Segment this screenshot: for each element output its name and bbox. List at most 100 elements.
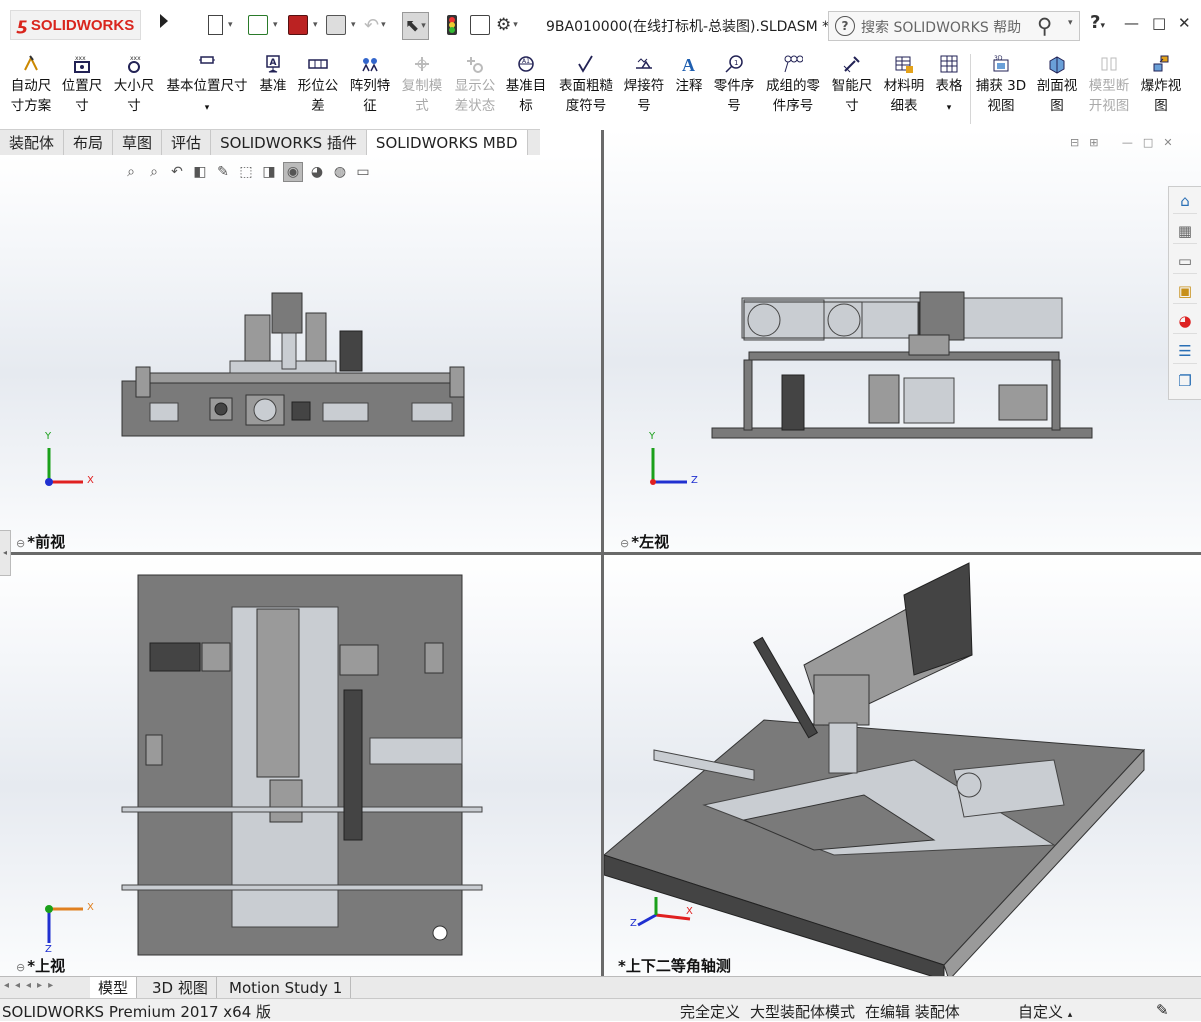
units-dropdown[interactable]: 自定义 ▴ [1018, 1001, 1072, 1022]
open-folder-icon [248, 15, 268, 35]
copy-scheme-icon [415, 57, 429, 71]
custom-properties-icon[interactable]: ☰ [1173, 339, 1197, 364]
location-dimension-button[interactable]: xxx 位置尺寸 [58, 54, 106, 116]
dynamic-annotation-icon[interactable]: ✎ [214, 163, 232, 181]
datum-button[interactable]: A 基准 [256, 54, 290, 96]
ribbon-label: 度符号 [565, 98, 607, 114]
table-button[interactable]: 表格 ▾ [932, 54, 966, 118]
new-document-button[interactable]: ▾ [208, 12, 233, 38]
ribbon-label: 基准 [259, 78, 287, 94]
tab-model[interactable]: 模型 [90, 977, 138, 999]
ribbon-label: 图 [1154, 98, 1168, 114]
edit-appearance-icon[interactable]: ◕ [308, 163, 326, 181]
save-button[interactable]: ▾ [288, 12, 318, 38]
viewport-isometric[interactable]: X Z *上下二等角轴测 [604, 555, 1201, 976]
display-style-icon[interactable]: ◨ [260, 163, 278, 181]
apply-scene-icon[interactable]: ◍ [331, 163, 349, 181]
tab-motion-study[interactable]: Motion Study 1 [221, 977, 352, 999]
pattern-feature-button[interactable]: 阵列特征 [346, 54, 394, 116]
exploded-view-button[interactable]: 爆炸视图 [1136, 54, 1186, 116]
horizontal-splitter[interactable] [0, 552, 1201, 555]
tab-sketch[interactable]: 草图 [113, 130, 163, 156]
print-button[interactable]: ▾ [326, 12, 356, 38]
zoom-to-fit-icon[interactable]: ⌕ [122, 163, 140, 181]
file-explorer-icon[interactable]: ▭ [1173, 249, 1197, 274]
basic-location-dimension-button[interactable]: 基本位置尺寸 ▾ [162, 54, 252, 118]
save-icon [288, 15, 308, 35]
previous-view-icon[interactable]: ↶ [168, 163, 186, 181]
tab-assembly[interactable]: 装配体 [0, 130, 65, 156]
select-button[interactable]: ⬉ ▾ [402, 12, 429, 40]
table-icon [940, 55, 958, 73]
design-library-icon[interactable]: ▦ [1173, 219, 1197, 244]
copy-scheme-button[interactable]: 复制模式 [398, 54, 446, 116]
command-manager-tabs: 装配体 布局 草图 评估 SOLIDWORKS 插件 SOLIDWORKS MB… [0, 129, 540, 157]
view-settings-icon[interactable]: ▭ [354, 163, 372, 181]
rebuild-button[interactable] [446, 12, 458, 38]
help-search-box[interactable]: ? 搜索 SOLIDWORKS 帮助 ⚲ [828, 11, 1080, 41]
menu-expand-arrow-icon[interactable] [160, 14, 168, 28]
search-input[interactable]: 搜索 SOLIDWORKS 帮助 [861, 17, 1021, 37]
axis-triad-iso [637, 897, 691, 927]
link-chain-icon: ⊖ [16, 537, 26, 550]
open-button[interactable]: ▾ [248, 12, 278, 38]
home-icon[interactable]: ⌂ [1173, 189, 1197, 214]
search-icon[interactable]: ⚲ [1037, 14, 1052, 38]
tab-layout[interactable]: 布局 [64, 130, 114, 156]
ribbon-label: 显示公 [454, 78, 496, 94]
minimize-button[interactable]: — [1124, 14, 1139, 32]
note-button[interactable]: A 注释 [672, 54, 706, 96]
capture-3d-view-button[interactable]: 3D 捕获 3D 视图 [974, 54, 1028, 116]
help-button[interactable]: ?▾ [1090, 12, 1105, 33]
file-properties-button[interactable] [470, 12, 493, 38]
options-button[interactable]: ⚙ ▾ [496, 12, 518, 38]
size-dimension-button[interactable]: xxx 大小尺寸 [110, 54, 158, 116]
forum-icon[interactable]: ❐ [1173, 369, 1197, 393]
auto-dimension-scheme-button[interactable]: 自动尺 寸方案 [6, 54, 56, 116]
viewport-window-controls[interactable]: ⊟⊞ —□✕ [1070, 136, 1183, 149]
view-orientation-icon[interactable]: ⬚ [237, 163, 255, 181]
viewport-left[interactable]: Y Z ⊖ *左视 ⊟⊞ —□✕ [604, 130, 1201, 552]
caret-icon: ▾ [313, 20, 318, 30]
close-button[interactable]: ✕ [1178, 14, 1191, 32]
print-icon [326, 15, 346, 35]
section-view-button[interactable]: 剖面视图 [1032, 54, 1082, 116]
tab-solidworks-addins[interactable]: SOLIDWORKS 插件 [211, 130, 367, 156]
bill-of-materials-icon [895, 56, 913, 73]
section-view-icon[interactable]: ◧ [191, 163, 209, 181]
tab-scroll-arrows-icon[interactable]: ◂◂◂▸▸ [4, 980, 59, 991]
undo-button[interactable]: ↶ ▾ [364, 12, 386, 38]
search-dropdown-caret-icon[interactable]: ▾ [1068, 18, 1073, 28]
ribbon-label: ▾ [946, 103, 952, 113]
solidworks-logo[interactable]: ƽ SOLIDWORKS [10, 10, 142, 40]
restore-button[interactable]: □ [1152, 14, 1166, 32]
hide-show-items-icon[interactable]: ◉ [283, 162, 303, 182]
tab-3d-views[interactable]: 3D 视图 [144, 977, 217, 999]
viewport-front[interactable]: Y X ⊖ *前视 [0, 155, 601, 552]
appearances-icon[interactable]: ◕ [1173, 309, 1197, 334]
balloon-button[interactable]: 1 零件序号 [710, 54, 758, 116]
stacked-balloon-button[interactable]: 成组的零 件序号 [762, 54, 824, 116]
model-break-view-button[interactable]: 模型断 开视图 [1084, 54, 1134, 116]
geometric-tolerance-button[interactable]: 形位公差 [294, 54, 342, 116]
bill-of-materials-button[interactable]: 材料明 细表 [880, 54, 928, 116]
ribbon-label: 捕获 3D [975, 78, 1027, 94]
feature-tree-toggle[interactable]: ◂ [0, 530, 11, 576]
gear-icon: ⚙ [496, 15, 512, 35]
viewport-top[interactable]: X Z ⊖ *上视 [0, 555, 601, 976]
zoom-to-area-icon[interactable]: ⌕ [145, 163, 163, 181]
tab-solidworks-mbd[interactable]: SOLIDWORKS MBD [366, 130, 528, 156]
quick-tips-icon[interactable]: ✎ [1156, 1001, 1169, 1019]
smart-dimension-button[interactable]: 智能尺寸 [828, 54, 876, 116]
tab-evaluate[interactable]: 评估 [162, 130, 212, 156]
show-tolerance-status-button[interactable]: 显示公 差状态 [450, 54, 500, 116]
ribbon-label: 细表 [890, 98, 918, 114]
properties-icon [470, 15, 490, 35]
ribbon-label: 差 [311, 98, 325, 114]
view-palette-icon[interactable]: ▣ [1173, 279, 1197, 304]
datum-target-button[interactable]: A1 基准目标 [502, 54, 550, 116]
ribbon-label: 自动尺 [10, 78, 52, 94]
surface-finish-button[interactable]: 表面粗糙 度符号 [556, 54, 616, 116]
ribbon-label: 大小尺 [113, 78, 155, 94]
weld-symbol-button[interactable]: 焊接符号 [620, 54, 668, 116]
